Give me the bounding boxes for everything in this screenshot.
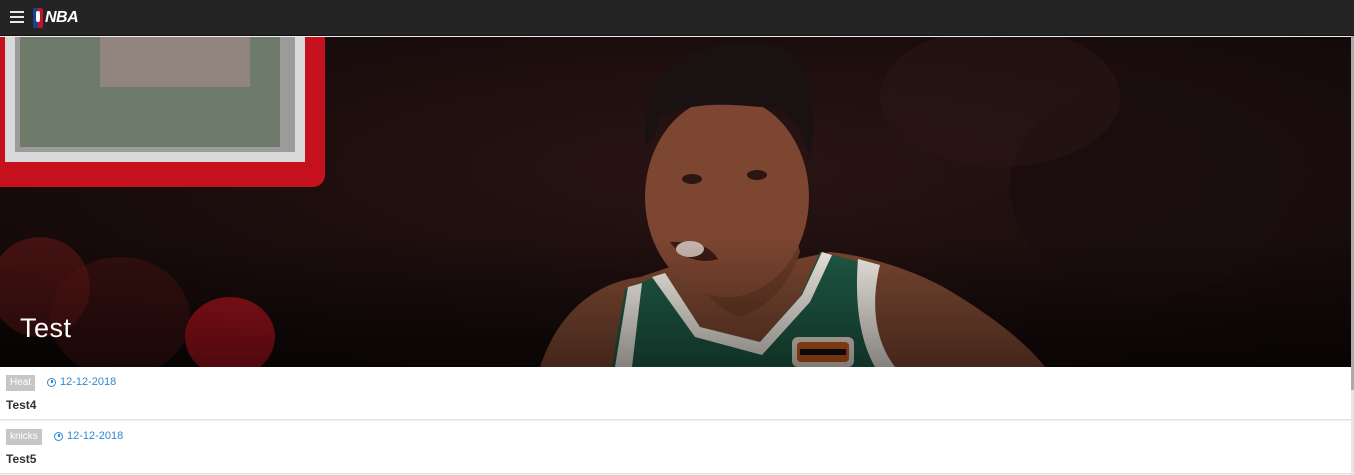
hero-banner[interactable]: Test — [0, 37, 1351, 367]
list-item[interactable]: Heat 12-12-2018 Test4 — [0, 367, 1351, 420]
clock-icon — [54, 432, 63, 441]
article-date: 12-12-2018 — [54, 429, 123, 444]
hamburger-menu-icon[interactable] — [10, 11, 24, 23]
article-date: 12-12-2018 — [47, 375, 116, 390]
nba-logo-text: NBA — [45, 9, 79, 26]
hero-title: Test — [20, 313, 72, 343]
list-item[interactable]: knicks 12-12-2018 Test5 — [0, 421, 1351, 474]
team-tag: Heat — [6, 375, 36, 391]
article-list: Heat 12-12-2018 Test4 knicks 12-12-2018 … — [0, 367, 1351, 474]
date-text: 12-12-2018 — [60, 376, 117, 388]
nba-logo[interactable]: NBA — [33, 7, 79, 29]
article-title: Test4 — [6, 398, 37, 412]
top-navbar: NBA — [0, 0, 1354, 36]
clock-icon — [47, 378, 56, 387]
hero-image — [0, 37, 1351, 367]
nba-logo-icon — [33, 8, 43, 28]
article-title: Test5 — [6, 452, 37, 466]
team-tag: knicks — [6, 429, 42, 445]
date-text: 12-12-2018 — [67, 430, 124, 442]
